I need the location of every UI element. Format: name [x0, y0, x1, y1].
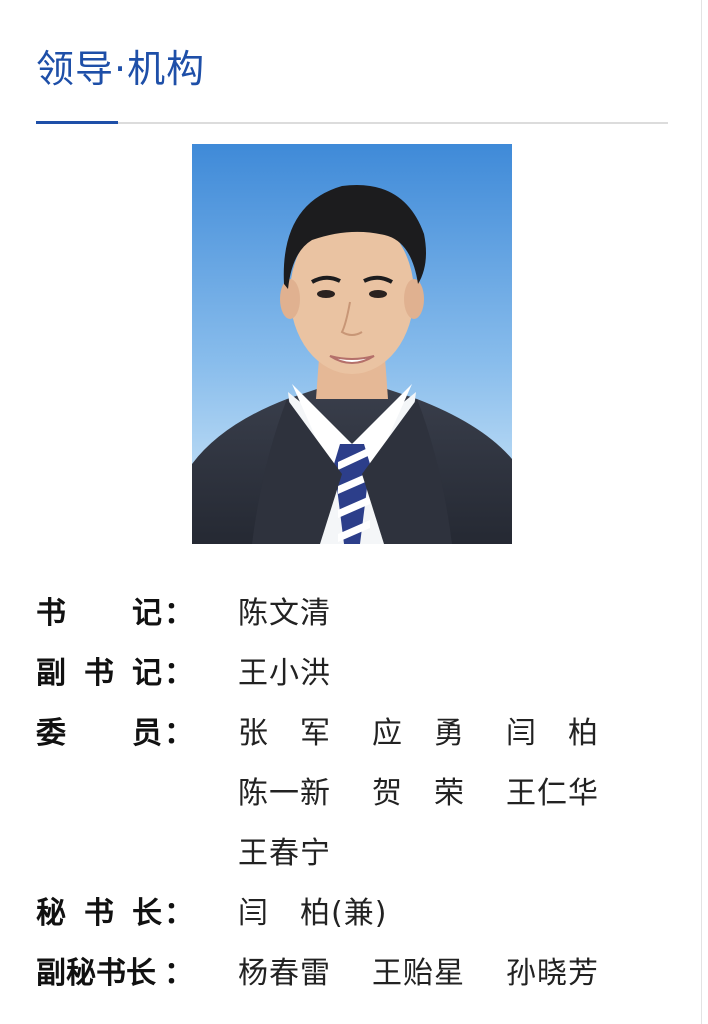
portrait-photo-icon [192, 144, 512, 544]
label-secretary-general: 秘 书 长 ： [36, 894, 194, 934]
label-deputy-secretary-general-colon: ： [164, 956, 194, 991]
name-member: 张 军 [238, 716, 331, 751]
name-deputy-secretary-general: 杨春雷 [238, 956, 331, 991]
name-member: 贺 荣 [372, 776, 465, 811]
name-member: 陈一新 [238, 776, 331, 811]
label-secretary-general-char-2: 书 [84, 896, 114, 931]
right-border [701, 0, 702, 1024]
leader-portrait [192, 144, 512, 544]
label-deputy-secretary-char-3: 记 [132, 656, 162, 691]
name-member: 王仁华 [506, 776, 599, 811]
label-secretary: 书 记 ： [36, 594, 194, 634]
label-deputy-secretary-colon: ： [164, 656, 194, 691]
title-divider-accent [36, 121, 118, 124]
name-deputy-secretary-general: 孙晓芳 [506, 956, 599, 991]
name-member: 王春宁 [238, 836, 331, 871]
label-members-char-2: 员 [132, 716, 162, 751]
name-member: 应 勇 [372, 716, 465, 751]
title-divider [36, 122, 668, 124]
label-members-char-1: 委 [36, 716, 66, 751]
label-secretary-char-2: 记 [132, 596, 162, 631]
label-secretary-general-colon: ： [164, 896, 194, 931]
label-deputy-secretary-general: 副秘书长 ： [36, 954, 194, 994]
label-secretary-char-1: 书 [36, 596, 66, 631]
label-members: 委 员 ： [36, 714, 194, 754]
name-deputy-secretary: 王小洪 [238, 656, 331, 691]
label-secretary-general-char-3: 长 [132, 896, 162, 931]
name-secretary-general: 闫 柏(兼) [238, 896, 388, 931]
name-secretary: 陈文清 [238, 596, 331, 631]
label-deputy-secretary: 副 书 记 ： [36, 654, 194, 694]
label-deputy-secretary-general-text: 副秘书长 [36, 956, 156, 991]
section-title: 领导·机构 [36, 47, 206, 91]
name-deputy-secretary-general: 王贻星 [372, 956, 465, 991]
label-secretary-general-char-1: 秘 [36, 896, 66, 931]
label-deputy-secretary-char-2: 书 [84, 656, 114, 691]
label-secretary-colon: ： [164, 596, 194, 631]
name-member: 闫 柏 [506, 716, 599, 751]
label-deputy-secretary-char-1: 副 [36, 656, 66, 691]
label-members-colon: ： [164, 716, 194, 751]
